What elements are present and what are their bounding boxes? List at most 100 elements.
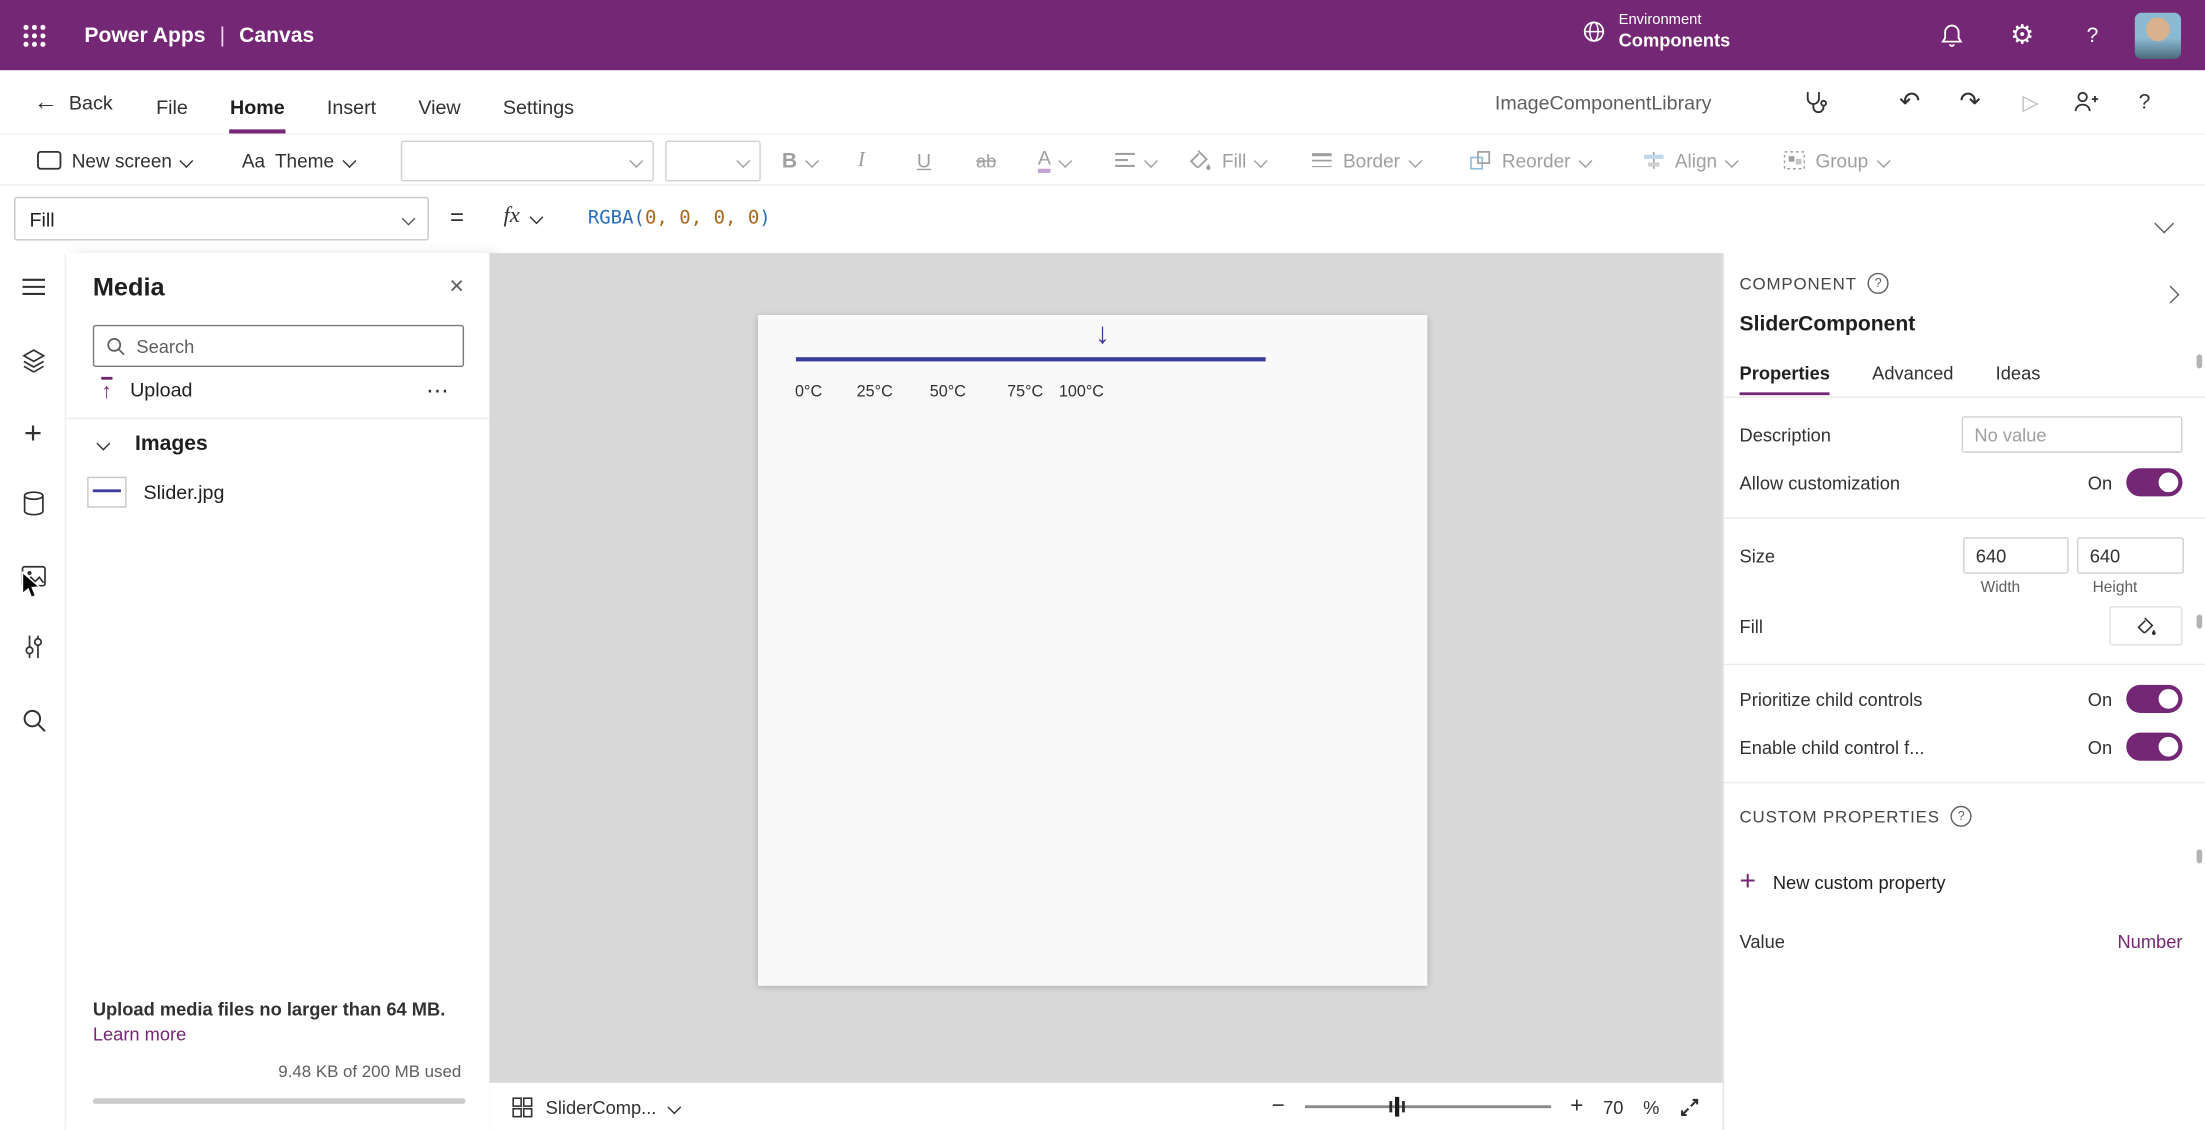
media-button[interactable] (0, 563, 66, 591)
slider-handle-arrow-icon[interactable]: ↓ (1095, 319, 1110, 349)
chevron-down-icon (96, 436, 111, 451)
font-family-select[interactable] (400, 140, 654, 182)
height-input[interactable] (2077, 537, 2184, 574)
tab-advanced[interactable]: Advanced (1872, 360, 1953, 395)
search-button[interactable] (0, 706, 66, 734)
close-panel-button[interactable]: × (449, 271, 464, 301)
allow-customization-toggle[interactable] (2126, 468, 2183, 497)
enable-child-control-toggle[interactable] (2126, 732, 2183, 761)
tab-ideas[interactable]: Ideas (1996, 360, 2041, 395)
border-button[interactable]: Border (1311, 135, 1422, 186)
fill-color-button[interactable] (2109, 606, 2183, 646)
media-panel: Media × ↑ Upload ⋯ Images Slider. (66, 253, 490, 1130)
panel-tabs: Properties Advanced Ideas (1739, 360, 2083, 396)
align-button[interactable]: Align (1643, 135, 1739, 186)
product-name[interactable]: Power Apps (84, 23, 205, 47)
advanced-tools-button[interactable] (0, 633, 66, 661)
avatar[interactable] (2134, 12, 2182, 60)
screen-selector[interactable]: SliderComp... (512, 1096, 681, 1117)
italic-button[interactable]: I (858, 135, 865, 186)
settings-button[interactable]: ⚙ (1997, 0, 2048, 70)
upload-button[interactable]: ↑ Upload (101, 376, 192, 402)
data-button[interactable] (0, 489, 66, 517)
file-thumbnail (87, 476, 127, 508)
value-type-link[interactable]: Number (2117, 930, 2182, 951)
font-size-select[interactable] (665, 140, 761, 182)
learn-more-link[interactable]: Learn more (93, 1024, 186, 1045)
more-options-button[interactable]: ⋯ (426, 377, 450, 405)
strikethrough-button[interactable]: ab (976, 135, 996, 186)
theme-button[interactable]: Aa Theme (242, 135, 356, 186)
preview-button[interactable]: ▷ (2005, 70, 2056, 133)
back-label: Back (68, 90, 113, 114)
window-title: Power Apps | Canvas (84, 0, 314, 70)
environment-switcher[interactable]: Environment Components (1582, 11, 1730, 52)
tab-properties[interactable]: Properties (1739, 360, 1830, 396)
menu-item-home[interactable]: Home (209, 70, 306, 134)
undo-button[interactable]: ↶ (1884, 70, 1935, 133)
fx-selector[interactable]: fx (503, 204, 543, 229)
top-bar: Power Apps | Canvas Environment Componen… (0, 0, 2205, 71)
new-screen-button[interactable]: New screen (37, 135, 194, 186)
chevron-down-icon (2154, 213, 2175, 234)
fill-button[interactable]: Fill (1188, 135, 1269, 186)
text-align-button[interactable] (1114, 135, 1158, 186)
value-property-row[interactable]: Value Number (1740, 925, 2183, 956)
fullscreen-icon[interactable] (1679, 1096, 1700, 1117)
selected-property: Fill (29, 207, 55, 230)
help-icon: ? (2138, 90, 2151, 114)
underline-button[interactable]: U (917, 135, 931, 186)
app-checker-button[interactable] (1789, 70, 1840, 133)
slider-track[interactable] (795, 357, 1266, 362)
zoom-slider[interactable] (1304, 1096, 1551, 1117)
scrollbar-mark (2196, 354, 2203, 369)
divider (1724, 663, 2205, 666)
zoom-slider-handle[interactable] (1388, 1096, 1405, 1117)
font-color-button[interactable]: A (1037, 135, 1073, 186)
component-name: SliderComponent (1739, 312, 1916, 337)
back-button[interactable]: ← Back (34, 70, 113, 133)
zoom-percent-sign: % (1643, 1096, 1660, 1118)
description-input[interactable] (1961, 416, 2183, 453)
bell-icon (1941, 23, 1963, 47)
redo-button[interactable]: ↷ (1945, 70, 1996, 133)
hamburger-menu-button[interactable] (0, 273, 66, 301)
power-apps-window: Power Apps | Canvas Environment Componen… (0, 0, 2205, 1130)
list-item[interactable]: Slider.jpg (87, 473, 224, 512)
width-input[interactable] (1963, 537, 2069, 574)
bold-button[interactable]: B (782, 135, 819, 186)
zoom-out-button[interactable]: − (1272, 1094, 1285, 1119)
help-circle-icon[interactable]: ? (1951, 805, 1973, 827)
insert-button[interactable]: + (0, 417, 66, 448)
storage-usage: 9.48 KB of 200 MB used (278, 1061, 462, 1082)
menu-item-file[interactable]: File (135, 70, 209, 133)
reorder-button[interactable]: Reorder (1470, 135, 1593, 186)
expand-formula-button[interactable] (2154, 212, 2175, 237)
menu-item-settings[interactable]: Settings (482, 70, 595, 133)
app-launcher-button[interactable] (8, 10, 59, 61)
prioritize-child-controls-toggle[interactable] (2126, 684, 2183, 713)
fill-row: Fill (1740, 606, 2183, 646)
property-select[interactable]: Fill (14, 196, 429, 241)
chevron-down-icon (1876, 153, 1890, 168)
search-input[interactable] (92, 324, 465, 368)
component-artboard[interactable]: ↓ 0°C 25°C 50°C 75°C 100°C (757, 315, 1428, 986)
collapse-panel-button[interactable] (2161, 283, 2180, 308)
new-custom-property-button[interactable]: + New custom property (1740, 866, 2183, 897)
help-menu-button[interactable]: ? (2119, 70, 2170, 133)
toggle-state-label: On (2087, 471, 2113, 493)
images-section-header[interactable]: Images (96, 432, 208, 456)
tree-view-button[interactable] (0, 346, 66, 374)
formula-input[interactable]: RGBA(0, 0, 0, 0) (588, 207, 771, 230)
share-button[interactable] (2060, 70, 2111, 133)
group-button[interactable]: Group (1783, 135, 1890, 186)
custom-properties-header: CUSTOM PROPERTIES ? (1740, 805, 2183, 827)
library-name: ImageComponentLibrary (1494, 90, 1712, 114)
help-circle-icon[interactable]: ? (1868, 272, 1890, 294)
menu-item-insert[interactable]: Insert (306, 70, 397, 133)
zoom-in-button[interactable]: + (1570, 1094, 1583, 1119)
help-button[interactable]: ? (2067, 0, 2118, 70)
menu-item-view[interactable]: View (397, 70, 482, 133)
properties-panel: COMPONENT ? SliderComponent Properties A… (1722, 253, 2205, 1130)
notifications-button[interactable] (1927, 0, 1978, 70)
